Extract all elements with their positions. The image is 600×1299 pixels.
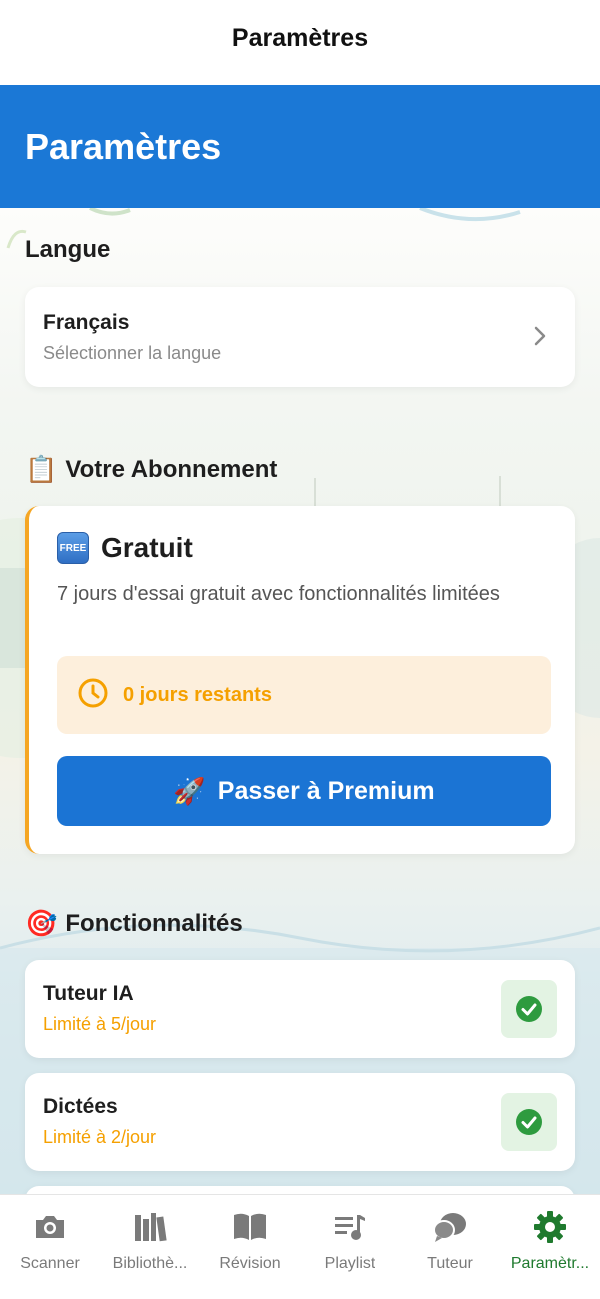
playlist-icon bbox=[333, 1209, 367, 1245]
tab-bar: Scanner Bibliothè... Révision Playlist T… bbox=[0, 1194, 600, 1299]
rocket-icon: 🚀 bbox=[173, 775, 206, 806]
tab-label: Bibliothè... bbox=[112, 1255, 188, 1272]
feature-limit: Limité à 5/jour bbox=[43, 1014, 157, 1034]
tab-settings[interactable]: Paramètr... bbox=[500, 1195, 600, 1299]
language-value: Français bbox=[43, 311, 130, 334]
settings-scroll-area[interactable]: Langue Français Sélectionner la langue 📋… bbox=[0, 208, 600, 1195]
trial-remaining-box: 0 jours restants bbox=[57, 656, 551, 734]
subscription-section-label: Votre Abonnement bbox=[65, 455, 278, 483]
subscription-card: FREE Gratuit 7 jours d'essai gratuit ave… bbox=[25, 506, 575, 854]
features-section-title: 🎯 Fonctionnalités bbox=[25, 908, 243, 939]
plan-description: 7 jours d'essai gratuit avec fonctionnal… bbox=[57, 583, 500, 605]
check-circle-icon bbox=[501, 1093, 557, 1151]
nav-title: Paramètres bbox=[231, 24, 369, 52]
feature-row-tutor: Tuteur IA Limité à 5/jour bbox=[25, 960, 575, 1058]
feature-name: Dictées bbox=[43, 1095, 118, 1118]
clock-icon bbox=[77, 677, 109, 714]
tab-label: Révision bbox=[219, 1255, 281, 1272]
page-header: Paramètres bbox=[0, 85, 600, 208]
book-open-icon bbox=[232, 1209, 268, 1245]
upgrade-premium-button[interactable]: 🚀 Passer à Premium bbox=[57, 756, 551, 826]
tab-library[interactable]: Bibliothè... bbox=[100, 1195, 200, 1299]
target-icon: 🎯 bbox=[25, 908, 58, 938]
feature-row-dictation: Dictées Limité à 2/jour bbox=[25, 1073, 575, 1171]
camera-icon bbox=[33, 1209, 67, 1245]
upgrade-premium-label: Passer à Premium bbox=[217, 776, 435, 805]
chevron-right-icon bbox=[533, 325, 547, 352]
language-section-title: Langue bbox=[25, 236, 110, 264]
feature-limit: Limité à 2/jour bbox=[43, 1127, 157, 1147]
plan-name: Gratuit bbox=[101, 532, 193, 563]
tab-tutor[interactable]: Tuteur bbox=[400, 1195, 500, 1299]
tab-label: Playlist bbox=[324, 1255, 376, 1272]
features-section-label: Fonctionnalités bbox=[65, 909, 243, 937]
library-icon bbox=[133, 1209, 167, 1245]
free-badge-icon: FREE bbox=[57, 532, 89, 564]
tab-revision[interactable]: Révision bbox=[200, 1195, 300, 1299]
tab-scanner[interactable]: Scanner bbox=[0, 1195, 100, 1299]
language-subtitle: Sélectionner la langue bbox=[43, 343, 222, 363]
tab-playlist[interactable]: Playlist bbox=[300, 1195, 400, 1299]
check-circle-icon bbox=[501, 980, 557, 1038]
feature-name: Tuteur IA bbox=[43, 982, 134, 1005]
tab-label: Tuteur bbox=[427, 1255, 473, 1272]
navigation-bar: Paramètres bbox=[0, 0, 600, 85]
clipboard-icon: 📋 bbox=[25, 454, 58, 484]
tab-label: Scanner bbox=[20, 1255, 80, 1272]
page-title: Paramètres bbox=[25, 125, 222, 167]
chat-bubbles-icon bbox=[432, 1209, 468, 1245]
language-section-label: Langue bbox=[25, 236, 111, 263]
tab-label: Paramètr... bbox=[510, 1255, 590, 1272]
plan-row: FREE Gratuit bbox=[57, 532, 549, 564]
subscription-section-title: 📋 Votre Abonnement bbox=[25, 454, 277, 485]
gear-icon bbox=[533, 1209, 567, 1245]
days-remaining-text: 0 jours restants bbox=[123, 683, 272, 706]
language-selector[interactable]: Français Sélectionner la langue bbox=[25, 287, 575, 387]
